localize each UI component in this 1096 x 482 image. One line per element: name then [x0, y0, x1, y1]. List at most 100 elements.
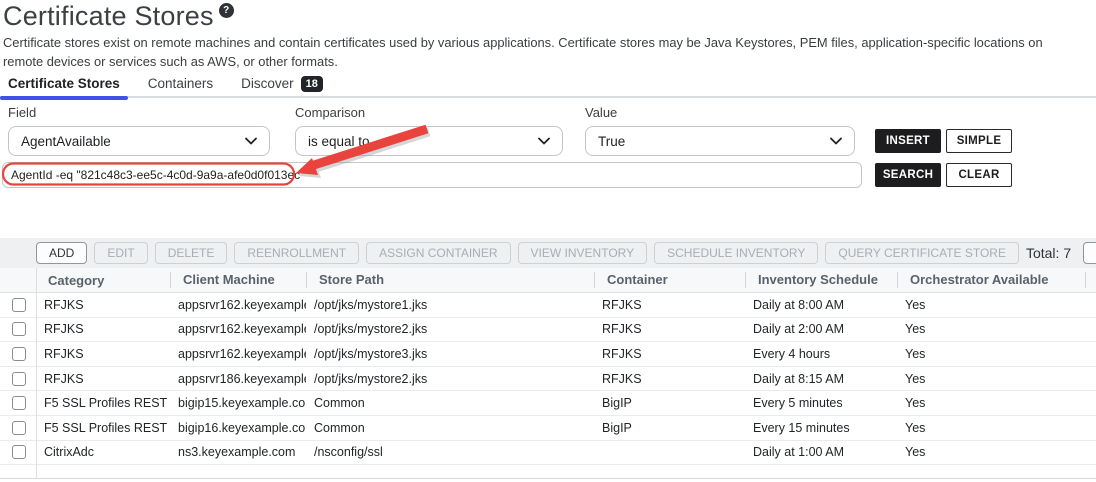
- cell-container: RFJKS: [594, 298, 745, 312]
- value-select[interactable]: True: [585, 126, 855, 156]
- page-title-text: Certificate Stores: [3, 1, 214, 31]
- tab-discover[interactable]: Discover18: [233, 76, 331, 98]
- cell-inventory-schedule: Daily at 8:00 AM: [745, 298, 897, 312]
- grid-toolbar: ADD EDIT DELETE REENROLLMENT ASSIGN CONT…: [0, 238, 1096, 268]
- cell-category: RFJKS: [36, 322, 170, 336]
- cell-client-machine: bigip16.keyexample.com: [170, 421, 306, 435]
- field-group: Field AgentAvailable: [8, 105, 270, 156]
- add-button[interactable]: ADD: [36, 242, 87, 264]
- table-row[interactable]: RFJKS appsrvr186.keyexample.com /opt/jks…: [0, 367, 1096, 392]
- row-checkbox[interactable]: [12, 445, 26, 459]
- cell-category: F5 SSL Profiles REST: [36, 396, 170, 410]
- cell-inventory-schedule: Every 4 hours: [745, 347, 897, 361]
- cell-store-path: /nsconfig/ssl: [306, 445, 594, 459]
- cell-inventory-schedule: Every 5 minutes: [745, 396, 897, 410]
- column-header-container[interactable]: Container: [594, 272, 745, 288]
- tab-certificate-stores[interactable]: Certificate Stores: [0, 76, 128, 98]
- help-icon[interactable]: ?: [219, 3, 234, 18]
- cell-store-path: /opt/jks/mystore1.jks: [306, 298, 594, 312]
- cell-store-path: Common: [306, 396, 594, 410]
- cell-client-machine: appsrvr162.keyexample.com: [170, 298, 306, 312]
- page-header: Certificate Stores?: [3, 1, 234, 32]
- cell-orchestrator-available: Yes: [897, 298, 1085, 312]
- comparison-select[interactable]: is equal to: [295, 126, 563, 156]
- row-checkbox[interactable]: [12, 421, 26, 435]
- row-checkbox[interactable]: [12, 298, 26, 312]
- table-row[interactable]: RFJKS appsrvr162.keyexample.com /opt/jks…: [0, 318, 1096, 343]
- cell-store-path: Common: [306, 421, 594, 435]
- table-row[interactable]: F5 SSL Profiles REST bigip15.keyexample.…: [0, 391, 1096, 416]
- column-header-store-path[interactable]: Store Path: [306, 272, 594, 288]
- tab-label: Certificate Stores: [8, 76, 120, 91]
- cell-category: RFJKS: [36, 347, 170, 361]
- cell-client-machine: bigip15.keyexample.com: [170, 396, 306, 410]
- discover-count-badge: 18: [301, 76, 323, 92]
- tab-containers[interactable]: Containers: [140, 76, 221, 98]
- view-inventory-button[interactable]: VIEW INVENTORY: [518, 242, 648, 264]
- assign-container-button[interactable]: ASSIGN CONTAINER: [366, 242, 510, 264]
- column-header-client-machine[interactable]: Client Machine: [170, 272, 306, 288]
- tab-label: Containers: [148, 76, 213, 91]
- cell-orchestrator-available: Yes: [897, 372, 1085, 386]
- comparison-label: Comparison: [295, 105, 563, 120]
- cell-store-path: /opt/jks/mystore2.jks: [306, 322, 594, 336]
- cell-container: RFJKS: [594, 347, 745, 361]
- simple-button[interactable]: SIMPLE: [946, 129, 1012, 153]
- cell-orchestrator-available: Yes: [897, 421, 1085, 435]
- certificate-stores-table: Category Client Machine Store Path Conta…: [0, 268, 1096, 479]
- table-row[interactable]: F5 SSL Profiles REST bigip16.keyexample.…: [0, 416, 1096, 441]
- cell-container: RFJKS: [594, 372, 745, 386]
- query-certificate-store-button[interactable]: QUERY CERTIFICATE STORE: [825, 242, 1019, 264]
- table-row[interactable]: CitrixAdc ns3.keyexample.com /nsconfig/s…: [0, 441, 1096, 466]
- cell-inventory-schedule: Daily at 8:15 AM: [745, 372, 897, 386]
- column-header-category[interactable]: Category: [36, 273, 170, 288]
- column-header-inventory-schedule[interactable]: Inventory Schedule: [745, 272, 897, 288]
- query-input[interactable]: [2, 162, 862, 188]
- column-header-filler: [1085, 272, 1096, 288]
- chevron-down-icon: [245, 137, 257, 145]
- value-label: Value: [585, 105, 855, 120]
- tab-bar: Certificate Stores Containers Discover18: [0, 76, 1096, 98]
- field-select[interactable]: AgentAvailable: [8, 126, 270, 156]
- cell-inventory-schedule: Every 15 minutes: [745, 421, 897, 435]
- table-row[interactable]: RFJKS appsrvr162.keyexample.com /opt/jks…: [0, 293, 1096, 318]
- cell-orchestrator-available: Yes: [897, 396, 1085, 410]
- insert-button[interactable]: INSERT: [875, 129, 941, 153]
- cell-category: F5 SSL Profiles REST: [36, 421, 170, 435]
- field-label: Field: [8, 105, 270, 120]
- chevron-down-icon: [538, 137, 550, 145]
- row-checkbox[interactable]: [12, 347, 26, 361]
- edit-button[interactable]: EDIT: [94, 242, 147, 264]
- table-body: RFJKS appsrvr162.keyexample.com /opt/jks…: [0, 293, 1096, 465]
- reenrollment-button[interactable]: REENROLLMENT: [234, 242, 359, 264]
- comparison-group: Comparison is equal to: [295, 105, 563, 156]
- cell-orchestrator-available: Yes: [897, 322, 1085, 336]
- page-title: Certificate Stores: [3, 1, 214, 31]
- cell-category: RFJKS: [36, 298, 170, 312]
- clear-button[interactable]: CLEAR: [946, 163, 1012, 187]
- cell-store-path: /opt/jks/mystore2.jks: [306, 372, 594, 386]
- cell-container: BigIP: [594, 396, 745, 410]
- cell-container: BigIP: [594, 421, 745, 435]
- schedule-inventory-button[interactable]: SCHEDULE INVENTORY: [654, 242, 818, 264]
- cell-inventory-schedule: Daily at 1:00 AM: [745, 445, 897, 459]
- search-button[interactable]: SEARCH: [875, 163, 941, 187]
- cell-orchestrator-available: Yes: [897, 445, 1085, 459]
- total-count: Total: 7: [1026, 245, 1071, 261]
- cell-store-path: /opt/jks/mystore3.jks: [306, 347, 594, 361]
- row-checkbox[interactable]: [12, 396, 26, 410]
- table-row[interactable]: RFJKS appsrvr162.keyexample.com /opt/jks…: [0, 342, 1096, 367]
- page-description: Certificate stores exist on remote machi…: [3, 33, 1079, 72]
- chevron-down-icon: [830, 137, 842, 145]
- delete-button[interactable]: DELETE: [155, 242, 228, 264]
- field-select-value: AgentAvailable: [21, 134, 245, 149]
- cell-category: CitrixAdc: [36, 445, 170, 459]
- refresh-button[interactable]: REFRESH: [1083, 242, 1096, 264]
- column-header-orchestrator-available[interactable]: Orchestrator Available: [897, 272, 1085, 288]
- row-checkbox[interactable]: [12, 322, 26, 336]
- cell-orchestrator-available: Yes: [897, 347, 1085, 361]
- certificate-stores-page: Certificate Stores? Certificate stores e…: [0, 0, 1096, 482]
- cell-client-machine: appsrvr162.keyexample.com: [170, 347, 306, 361]
- row-checkbox[interactable]: [12, 372, 26, 386]
- cell-client-machine: appsrvr162.keyexample.com: [170, 322, 306, 336]
